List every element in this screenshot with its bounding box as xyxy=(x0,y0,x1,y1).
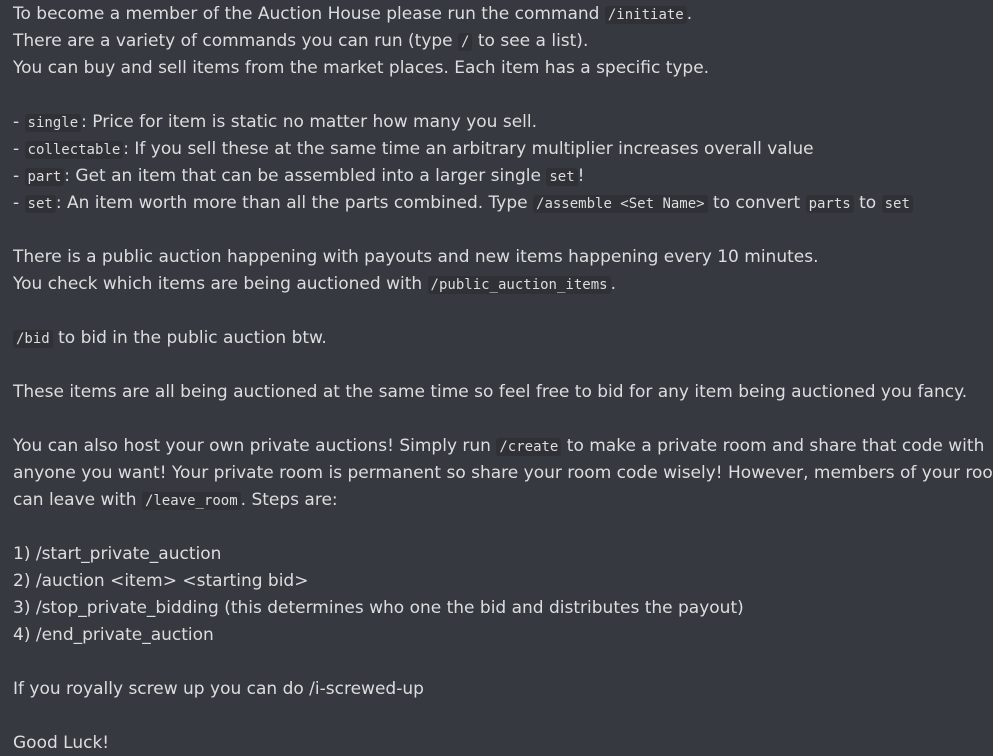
create-command: /create xyxy=(496,438,562,456)
type-code: collectable xyxy=(24,141,124,159)
bid-command: /bid xyxy=(13,330,53,348)
type-collectable: - collectable: If you sell these at the … xyxy=(13,139,814,159)
intro-line-1: To become a member of the Auction House … xyxy=(13,4,693,24)
intro-line-3: You can buy and sell items from the mark… xyxy=(13,58,710,78)
step-item: 4) /end_private_auction xyxy=(13,625,214,645)
type-part: - part: Get an item that can be assemble… xyxy=(13,166,585,186)
intro-line-2: There are a variety of commands you can … xyxy=(13,31,589,51)
parts-code: parts xyxy=(805,195,854,213)
type-code: set xyxy=(24,195,56,213)
bid-line: /bid to bid in the public auction btw. xyxy=(13,325,993,352)
step-item: 3) /stop_private_bidding (this determine… xyxy=(13,598,744,618)
initiate-command: /initiate xyxy=(604,6,687,24)
private-line-1: You can also host your own private aucti… xyxy=(13,436,985,456)
step-item: 1) /start_private_auction xyxy=(13,544,222,564)
public-auction-items-command: /public_auction_items xyxy=(427,276,611,294)
slash-command: / xyxy=(458,33,473,51)
set-code: set xyxy=(546,168,578,186)
type-code: part xyxy=(24,168,65,186)
public-line-2: You check which items are being auctione… xyxy=(13,274,616,294)
type-set: - set: An item worth more than all the p… xyxy=(13,190,993,217)
type-single: - single: Price for item is static no ma… xyxy=(13,112,538,132)
assemble-command: /assemble <Set Name> xyxy=(533,195,708,213)
message-body: To become a member of the Auction House … xyxy=(0,0,993,756)
set-code: set xyxy=(881,195,913,213)
type-code: single xyxy=(24,114,82,132)
private-line-3: can leave with /leave_room. Steps are: xyxy=(13,490,338,510)
step-item: 2) /auction <item> <starting bid> xyxy=(13,571,309,591)
public-line-1: There is a public auction happening with… xyxy=(13,247,819,267)
same-time-line: These items are all being auctioned at t… xyxy=(13,382,968,402)
leave-room-command: /leave_room xyxy=(141,492,241,510)
good-luck-line: Good Luck! xyxy=(13,733,110,753)
screwed-up-line: If you royally screw up you can do /i-sc… xyxy=(13,679,424,699)
private-line-2: anyone you want! Your private room is pe… xyxy=(13,463,993,483)
